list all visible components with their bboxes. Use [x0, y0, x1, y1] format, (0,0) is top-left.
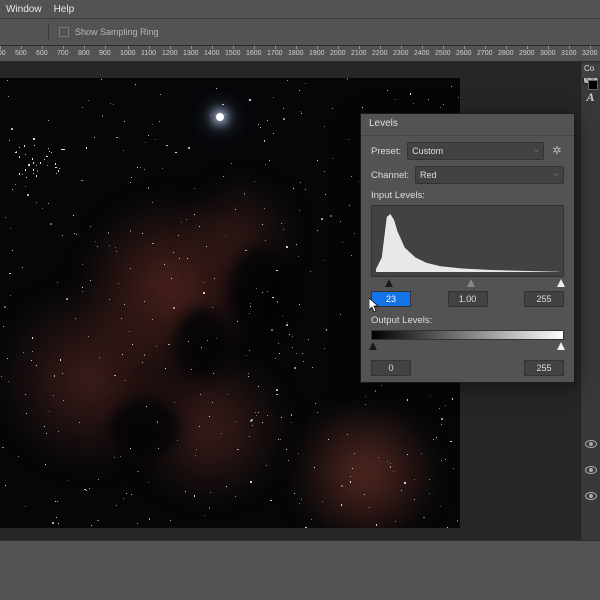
histogram [371, 205, 564, 277]
ruler-tick: 700 [57, 50, 69, 57]
output-shadow-slider[interactable] [369, 342, 377, 350]
ruler-tick: 400 [0, 50, 6, 57]
midtone-input[interactable]: 1.00 [448, 291, 488, 307]
bright-star [216, 113, 224, 121]
dialog-title[interactable]: Levels [361, 114, 574, 136]
output-slider-track[interactable] [371, 342, 564, 352]
options-bar: Show Sampling Ring [0, 18, 600, 46]
highlight-input[interactable]: 255 [524, 291, 564, 307]
output-highlight-slider[interactable] [557, 342, 565, 350]
output-levels-label: Output Levels: [371, 315, 564, 326]
ruler-tick: 1200 [162, 50, 178, 57]
chevron-down-icon: ⌵ [554, 171, 559, 179]
character-icon[interactable]: A [583, 90, 599, 106]
show-sampling-ring-label: Show Sampling Ring [75, 27, 159, 37]
output-gradient [371, 330, 564, 340]
midtone-slider[interactable] [467, 279, 475, 287]
chevron-down-icon: ⌵ [534, 147, 539, 155]
shadow-input[interactable]: 23 [371, 291, 411, 307]
menu-bar: Window Help [0, 0, 600, 18]
ruler-tick: 2900 [519, 50, 535, 57]
ruler-tick: 1100 [141, 50, 156, 57]
ruler-tick: 3100 [561, 50, 577, 57]
ruler-tick: 2800 [498, 50, 514, 57]
ruler-tick: 2200 [372, 50, 388, 57]
ruler-tick: 1800 [288, 50, 304, 57]
ruler-tick: 2600 [456, 50, 472, 57]
ruler-tick: 2300 [393, 50, 409, 57]
ruler-tick: 1600 [246, 50, 262, 57]
show-sampling-ring-checkbox[interactable] [59, 27, 69, 37]
ruler-tick: 1000 [120, 50, 136, 57]
gear-icon[interactable]: ✲ [550, 144, 564, 158]
channel-label: Channel: [371, 170, 409, 181]
levels-dialog: Levels Preset: Custom ⌵ ✲ Channel: Red ⌵… [360, 113, 575, 383]
ruler-tick: 2700 [477, 50, 493, 57]
ruler-tick: 1400 [204, 50, 220, 57]
ruler-tick: 1500 [225, 50, 241, 57]
bottom-panel [0, 540, 600, 600]
ruler-tick: 1700 [267, 50, 283, 57]
ruler-tick: 800 [78, 50, 90, 57]
eye-icon[interactable] [585, 492, 597, 500]
ruler-horizontal[interactable]: 400 500 600 700 800 900 1000 1100 1200 1300 1400 15… [0, 46, 600, 62]
ruler-tick: 600 [36, 50, 48, 57]
preset-value: Custom [412, 146, 443, 156]
preset-label: Preset: [371, 146, 401, 157]
ruler-tick: 2500 [435, 50, 451, 57]
output-highlight-input[interactable]: 255 [524, 360, 564, 376]
layer-visibility-column [585, 440, 597, 518]
preset-select[interactable]: Custom ⌵ [407, 142, 544, 160]
menu-window[interactable]: Window [0, 4, 48, 15]
color-swatch[interactable] [588, 80, 598, 90]
ruler-tick: 900 [99, 50, 111, 57]
highlight-slider[interactable] [557, 279, 565, 287]
ruler-tick: 2000 [330, 50, 346, 57]
channel-value: Red [420, 170, 437, 180]
ruler-tick: 500 [15, 50, 27, 57]
ruler-tick: 3200 [582, 50, 598, 57]
menu-help[interactable]: Help [48, 4, 81, 15]
separator [48, 23, 49, 41]
ruler-tick: 2100 [351, 50, 367, 57]
histogram-plot [376, 212, 559, 272]
ruler-tick: 1900 [309, 50, 325, 57]
ruler-tick: 1300 [183, 50, 199, 57]
input-slider-track[interactable] [371, 279, 564, 289]
ruler-tick: 2400 [414, 50, 430, 57]
ruler-tick: 3000 [540, 50, 556, 57]
panel-tab[interactable]: Co [582, 64, 600, 78]
channel-select[interactable]: Red ⌵ [415, 166, 564, 184]
output-shadow-input[interactable]: 0 [371, 360, 411, 376]
eye-icon[interactable] [585, 440, 597, 448]
shadow-slider[interactable] [385, 279, 393, 287]
eye-icon[interactable] [585, 466, 597, 474]
input-levels-label: Input Levels: [371, 190, 564, 201]
